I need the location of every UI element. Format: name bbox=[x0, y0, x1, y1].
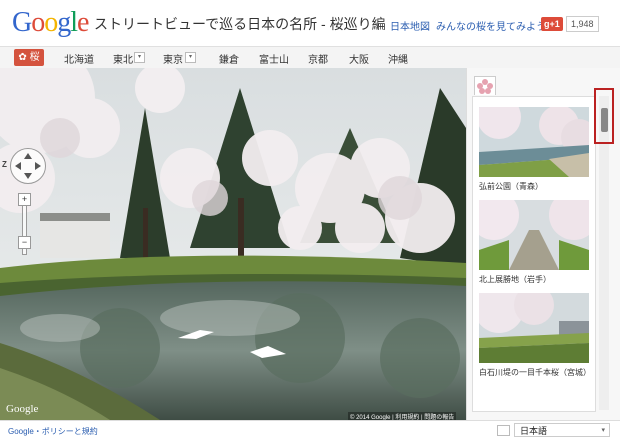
spot-item[interactable]: 北上展勝地（岩手） bbox=[479, 200, 589, 285]
japan-map-link[interactable]: 日本地図 bbox=[390, 18, 430, 33]
spot-list[interactable]: 弘前公園（青森） 北上展勝地（岩手） 白石川堤の一目千本桜（宮城） bbox=[472, 96, 596, 412]
spot-label: 北上展勝地（岩手） bbox=[479, 275, 551, 284]
spot-label: 弘前公園（青森） bbox=[479, 182, 543, 191]
language-select[interactable]: 日本語 ▾ bbox=[514, 423, 610, 437]
page-title: ストリートビューで巡る日本の名所 - 桜巡り編 bbox=[94, 16, 386, 32]
zoom-label: Z bbox=[2, 160, 7, 169]
logo-letter: o bbox=[31, 7, 45, 38]
pan-arrows-icon bbox=[15, 153, 41, 179]
street-view-panorama[interactable]: Z + − bbox=[0, 68, 466, 420]
sakura-icon bbox=[477, 79, 493, 94]
spot-item[interactable]: 白石川堤の一目千本桜（宮城） bbox=[479, 293, 591, 378]
logo-letter: g bbox=[57, 7, 71, 38]
footer-policy-link[interactable]: Google・ポリシーと規約 bbox=[8, 426, 98, 437]
nav-item-tohoku[interactable]: 東北 bbox=[113, 51, 133, 66]
zoom-out-button[interactable]: − bbox=[18, 236, 31, 249]
sidebar-scrollbar[interactable] bbox=[599, 96, 609, 410]
nav-item-hokkaido[interactable]: 北海道 bbox=[64, 51, 94, 66]
scrollbar-thumb[interactable] bbox=[601, 108, 608, 132]
nav-item-okinawa[interactable]: 沖縄 bbox=[388, 51, 408, 66]
nav-item-fujisan[interactable]: 富士山 bbox=[259, 51, 289, 66]
chevron-down-icon: ▾ bbox=[601, 427, 605, 434]
logo-letter: G bbox=[12, 7, 32, 38]
logo-letter: l bbox=[70, 7, 78, 38]
zoom-in-button[interactable]: + bbox=[18, 193, 31, 206]
gplus-count: 1,948 bbox=[566, 16, 599, 32]
spot-label: 白石川堤の一目千本桜（宮城） bbox=[479, 368, 591, 377]
language-value: 日本語 bbox=[520, 426, 548, 436]
nav-item-osaka[interactable]: 大阪 bbox=[349, 51, 369, 66]
google-logo[interactable]: Google bbox=[12, 7, 89, 38]
logo-letter: e bbox=[77, 7, 89, 38]
spot-item[interactable]: 弘前公園（青森） bbox=[479, 107, 589, 192]
spot-thumbnail bbox=[479, 107, 589, 177]
region-nav: ✿ 桜 北海道 東北 ▾ 東京 ▾ 鎌倉 富士山 京都 大阪 沖縄 bbox=[0, 46, 620, 70]
share-sakura-link[interactable]: みんなの桜を見てみよう。 bbox=[436, 18, 555, 33]
header: Google ストリートビューで巡る日本の名所 - 桜巡り編 日本地図 みんなの… bbox=[0, 0, 620, 46]
tohoku-dropdown-icon[interactable]: ▾ bbox=[134, 52, 145, 63]
tokyo-dropdown-icon[interactable]: ▾ bbox=[185, 52, 196, 63]
nav-item-sakura[interactable]: ✿ 桜 bbox=[14, 49, 44, 66]
spot-thumbnail bbox=[479, 200, 589, 270]
keyboard-icon[interactable] bbox=[497, 425, 510, 436]
gplus-button[interactable]: g+1 bbox=[541, 17, 563, 31]
spot-thumbnail bbox=[479, 293, 589, 363]
logo-letter: o bbox=[44, 7, 58, 38]
nav-item-tokyo[interactable]: 東京 bbox=[163, 51, 183, 66]
nav-item-kamakura[interactable]: 鎌倉 bbox=[219, 51, 239, 66]
panorama-scene bbox=[0, 68, 466, 420]
pano-google-logo: Google bbox=[6, 403, 39, 415]
pan-control[interactable] bbox=[10, 148, 46, 184]
sidebar-tab[interactable] bbox=[474, 76, 496, 95]
nav-item-kyoto[interactable]: 京都 bbox=[308, 51, 328, 66]
